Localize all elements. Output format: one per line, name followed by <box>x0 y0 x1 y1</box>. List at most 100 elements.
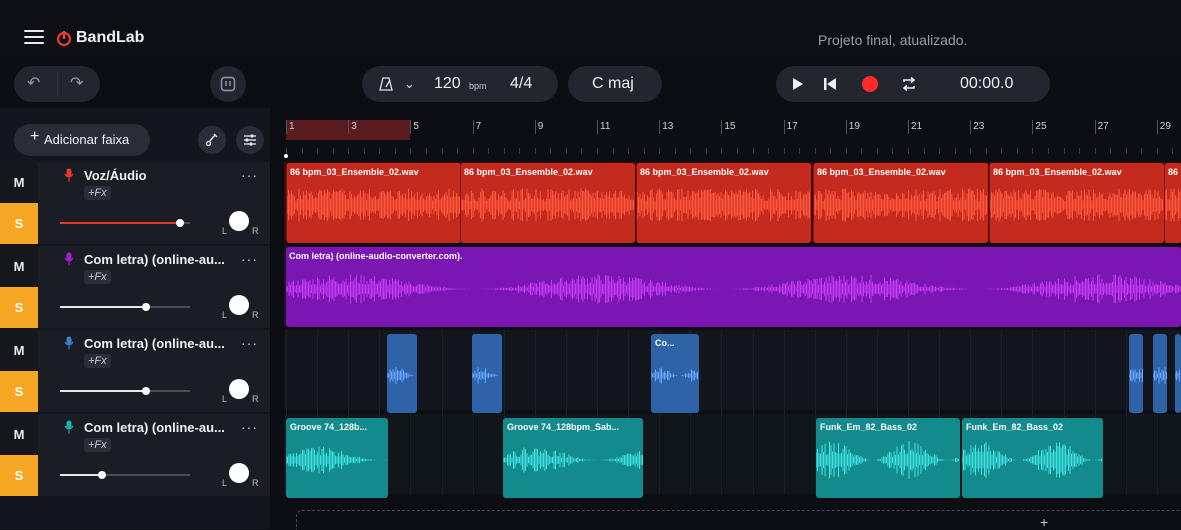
waveform <box>472 367 498 384</box>
mute-button[interactable]: M <box>0 414 38 455</box>
track-settings-button[interactable] <box>236 126 264 154</box>
solo-button[interactable]: S <box>0 371 38 412</box>
audio-clip[interactable]: Funk_Em_82_Bass_02 <box>962 418 1103 498</box>
bandlab-logo-icon[interactable] <box>56 30 72 46</box>
mute-button[interactable]: M <box>0 162 38 203</box>
ruler-subtick <box>612 148 614 154</box>
audio-clip[interactable] <box>1129 334 1143 413</box>
ruler-subtick <box>363 148 365 154</box>
audio-clip[interactable] <box>1153 334 1167 413</box>
ruler-subtick <box>332 148 334 154</box>
audio-clip[interactable]: 86 bpm_03_Ensemble_02.wav <box>989 163 1164 243</box>
record-icon[interactable] <box>862 76 878 92</box>
microphone-icon <box>64 336 74 350</box>
pan-knob[interactable] <box>229 211 249 231</box>
key-selector[interactable]: C maj <box>568 66 662 102</box>
bar-number: 7 <box>475 121 482 132</box>
volume-slider-knob[interactable] <box>176 219 184 227</box>
ruler-subtick <box>659 148 661 154</box>
tempo-value[interactable]: 120 <box>434 75 461 93</box>
play-icon[interactable] <box>792 78 804 90</box>
add-fx-button[interactable]: +Fx <box>84 186 111 200</box>
ruler-tick <box>970 120 972 134</box>
ruler-subtick <box>985 148 987 154</box>
audio-clip[interactable] <box>472 334 502 413</box>
ruler-tick <box>845 120 847 134</box>
playhead-marker[interactable] <box>284 154 288 158</box>
volume-slider-knob[interactable] <box>142 387 150 395</box>
redo-icon[interactable]: ↷ <box>70 76 83 92</box>
pan-knob[interactable] <box>229 295 249 315</box>
pan-knob[interactable] <box>229 379 249 399</box>
audio-clip[interactable]: Groove 74_128bpm_Sab... <box>503 418 643 498</box>
ruler-subtick <box>1063 148 1065 154</box>
more-options-icon[interactable]: ··· <box>241 167 258 183</box>
solo-button[interactable]: S <box>0 455 38 496</box>
ruler-subtick <box>643 148 645 154</box>
audio-clip[interactable]: Co... <box>651 334 699 413</box>
tuner-icon <box>205 133 218 147</box>
ruler-subtick <box>721 148 723 154</box>
audio-clip[interactable]: Com letra) (online-audio-converter.com). <box>286 247 1181 327</box>
volume-slider-knob[interactable] <box>98 471 106 479</box>
time-signature[interactable]: 4/4 <box>510 75 532 93</box>
audio-clip[interactable] <box>387 334 417 413</box>
add-track-drop-zone[interactable] <box>296 510 1181 530</box>
audio-clip[interactable]: Funk_Em_82_Bass_02 <box>816 418 960 498</box>
track-name[interactable]: Com letra) (online-au... <box>84 252 225 267</box>
pan-right-label: R <box>252 478 259 488</box>
volume-slider-knob[interactable] <box>142 303 150 311</box>
skip-to-start-icon[interactable] <box>824 78 836 90</box>
add-fx-button[interactable]: +Fx <box>84 270 111 284</box>
track-name[interactable]: Voz/Áudio <box>84 168 147 183</box>
tempo-group: ⌄ 120 bpm 4/4 <box>362 66 558 102</box>
undo-icon[interactable]: ↶ <box>27 76 40 92</box>
track-name[interactable]: Com letra) (online-au... <box>84 420 225 435</box>
microphone-icon <box>64 420 74 434</box>
lane-blue[interactable] <box>284 330 1181 410</box>
menu-icon[interactable] <box>24 30 44 44</box>
audio-clip[interactable]: 86 bpm_03_Ensemble_02.wav <box>460 163 635 243</box>
waveform <box>814 188 987 222</box>
more-options-icon[interactable]: ··· <box>241 419 258 435</box>
ruler-subtick <box>1016 148 1018 154</box>
ruler-tick <box>286 120 287 134</box>
bar-number: 21 <box>911 121 923 132</box>
add-fx-button[interactable]: +Fx <box>84 438 111 452</box>
bar-number: 23 <box>973 121 985 132</box>
time-display: 00:00.0 <box>960 75 1014 92</box>
loop-icon[interactable] <box>900 75 918 93</box>
add-fx-button[interactable]: +Fx <box>84 354 111 368</box>
audio-clip[interactable]: Groove 74_128b... <box>286 418 388 498</box>
bar-number: 15 <box>724 121 736 132</box>
tuner-button[interactable] <box>198 126 226 154</box>
pan-knob[interactable] <box>229 463 249 483</box>
audio-clip[interactable]: 86 <box>1164 163 1181 243</box>
more-options-icon[interactable]: ··· <box>241 335 258 351</box>
waveform <box>1175 369 1180 382</box>
mixer-button[interactable] <box>210 66 246 102</box>
panel-divider[interactable] <box>270 108 272 529</box>
audio-clip[interactable] <box>1175 334 1181 413</box>
audio-clip[interactable]: 86 bpm_03_Ensemble_02.wav <box>286 163 461 243</box>
audio-clip[interactable]: 86 bpm_03_Ensemble_02.wav <box>813 163 988 243</box>
track-name[interactable]: Com letra) (online-au... <box>84 336 225 351</box>
audio-clip[interactable]: 86 bpm_03_Ensemble_02.wav <box>636 163 811 243</box>
project-title[interactable]: Projeto final, atualizado. <box>818 32 967 48</box>
solo-button[interactable]: S <box>0 287 38 328</box>
chevron-down-icon[interactable]: ⌄ <box>404 76 415 92</box>
top-bar <box>0 0 1181 56</box>
grid-line <box>721 330 723 494</box>
volume-slider-fill <box>60 474 102 476</box>
app-name[interactable]: BandLab <box>76 29 144 47</box>
ruler-subtick <box>783 148 785 154</box>
ruler-subtick <box>970 148 972 154</box>
mute-button[interactable]: M <box>0 330 38 371</box>
mute-button[interactable]: M <box>0 246 38 287</box>
ruler-tick <box>534 120 536 134</box>
volume-slider-fill <box>60 222 180 224</box>
solo-button[interactable]: S <box>0 203 38 244</box>
ruler-tick <box>908 120 909 134</box>
metronome-icon[interactable] <box>378 76 394 92</box>
more-options-icon[interactable]: ··· <box>241 251 258 267</box>
